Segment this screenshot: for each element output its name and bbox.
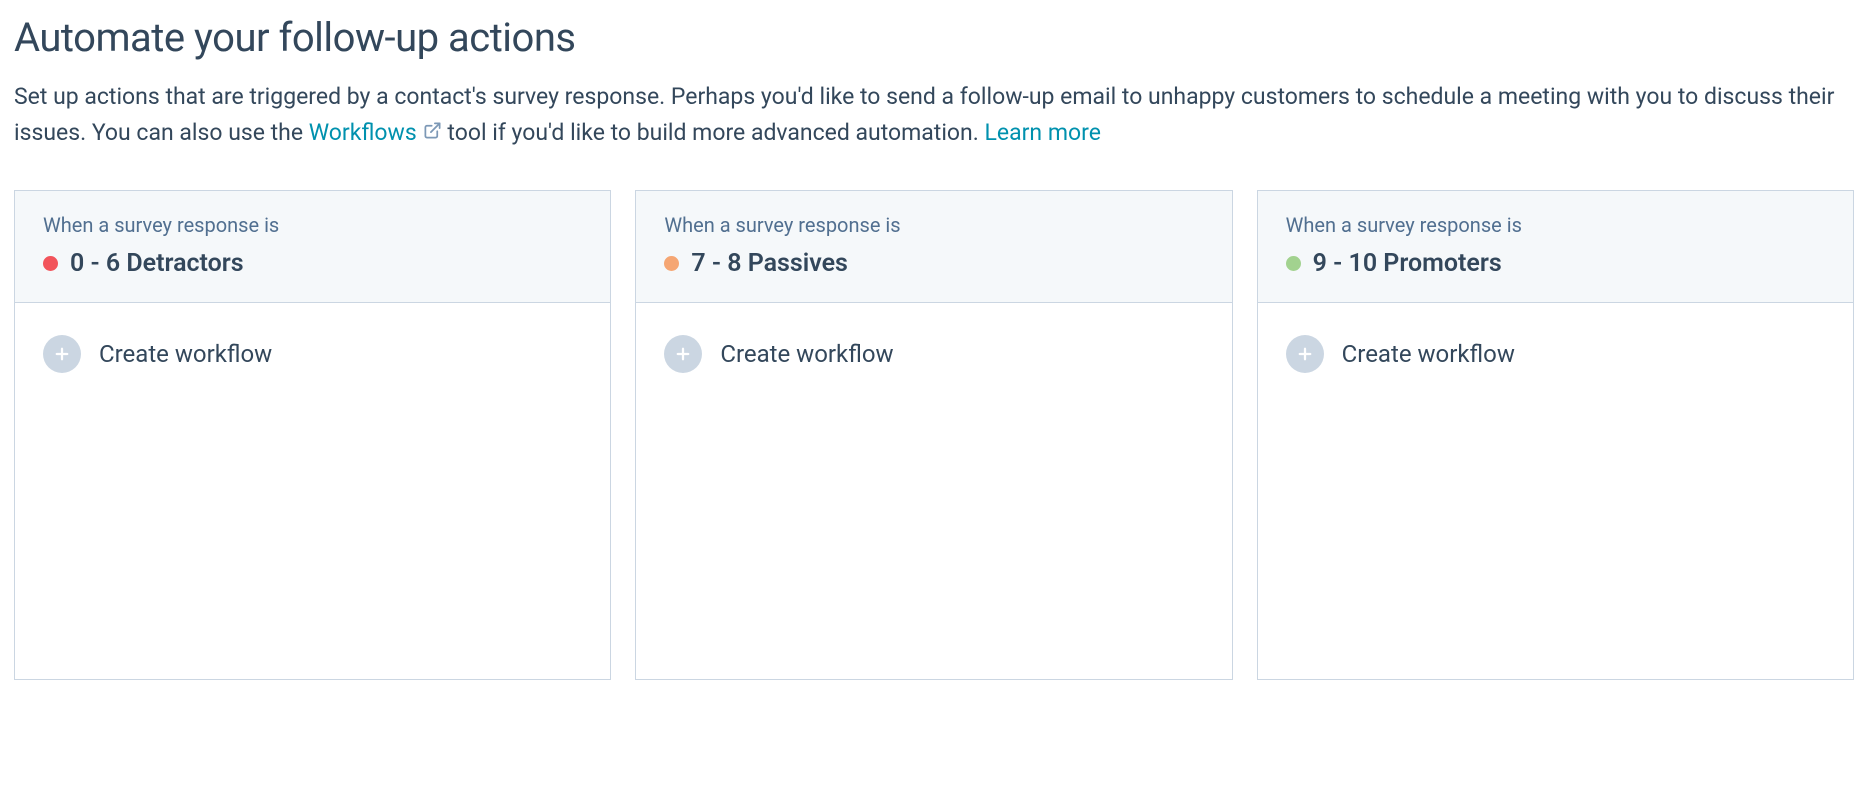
- card-title: 9 - 10 Promoters: [1313, 249, 1502, 278]
- page-title: Automate your follow-up actions: [14, 14, 1854, 61]
- card-title-row: 7 - 8 Passives: [664, 249, 1203, 278]
- workflows-link[interactable]: Workflows: [309, 115, 442, 151]
- card-subtitle: When a survey response is: [1286, 213, 1825, 237]
- status-dot-icon: [43, 256, 58, 271]
- card-header: When a survey response is 9 - 10 Promote…: [1258, 191, 1853, 303]
- create-workflow-button[interactable]: Create workflow: [664, 335, 893, 373]
- cards-container: When a survey response is 0 - 6 Detracto…: [14, 190, 1854, 680]
- card-title: 7 - 8 Passives: [691, 249, 848, 278]
- create-workflow-button[interactable]: Create workflow: [1286, 335, 1515, 373]
- card-body: Create workflow: [636, 303, 1231, 405]
- card-body: Create workflow: [15, 303, 610, 405]
- external-link-icon: [423, 115, 442, 151]
- plus-icon: [664, 335, 702, 373]
- card-subtitle: When a survey response is: [43, 213, 582, 237]
- create-workflow-label: Create workflow: [99, 340, 272, 368]
- status-dot-icon: [1286, 256, 1301, 271]
- workflows-link-text: Workflows: [309, 115, 417, 151]
- page-description: Set up actions that are triggered by a c…: [14, 79, 1854, 150]
- card-title-row: 9 - 10 Promoters: [1286, 249, 1825, 278]
- create-workflow-label: Create workflow: [1342, 340, 1515, 368]
- card-title-row: 0 - 6 Detractors: [43, 249, 582, 278]
- card-detractors: When a survey response is 0 - 6 Detracto…: [14, 190, 611, 680]
- card-header: When a survey response is 7 - 8 Passives: [636, 191, 1231, 303]
- plus-icon: [43, 335, 81, 373]
- learn-more-link[interactable]: Learn more: [985, 119, 1101, 146]
- card-passives: When a survey response is 7 - 8 Passives…: [635, 190, 1232, 680]
- create-workflow-label: Create workflow: [720, 340, 893, 368]
- card-title: 0 - 6 Detractors: [70, 249, 244, 278]
- card-header: When a survey response is 0 - 6 Detracto…: [15, 191, 610, 303]
- create-workflow-button[interactable]: Create workflow: [43, 335, 272, 373]
- plus-icon: [1286, 335, 1324, 373]
- description-text-2: tool if you'd like to build more advance…: [442, 119, 985, 146]
- card-subtitle: When a survey response is: [664, 213, 1203, 237]
- card-promoters: When a survey response is 9 - 10 Promote…: [1257, 190, 1854, 680]
- status-dot-icon: [664, 256, 679, 271]
- card-body: Create workflow: [1258, 303, 1853, 405]
